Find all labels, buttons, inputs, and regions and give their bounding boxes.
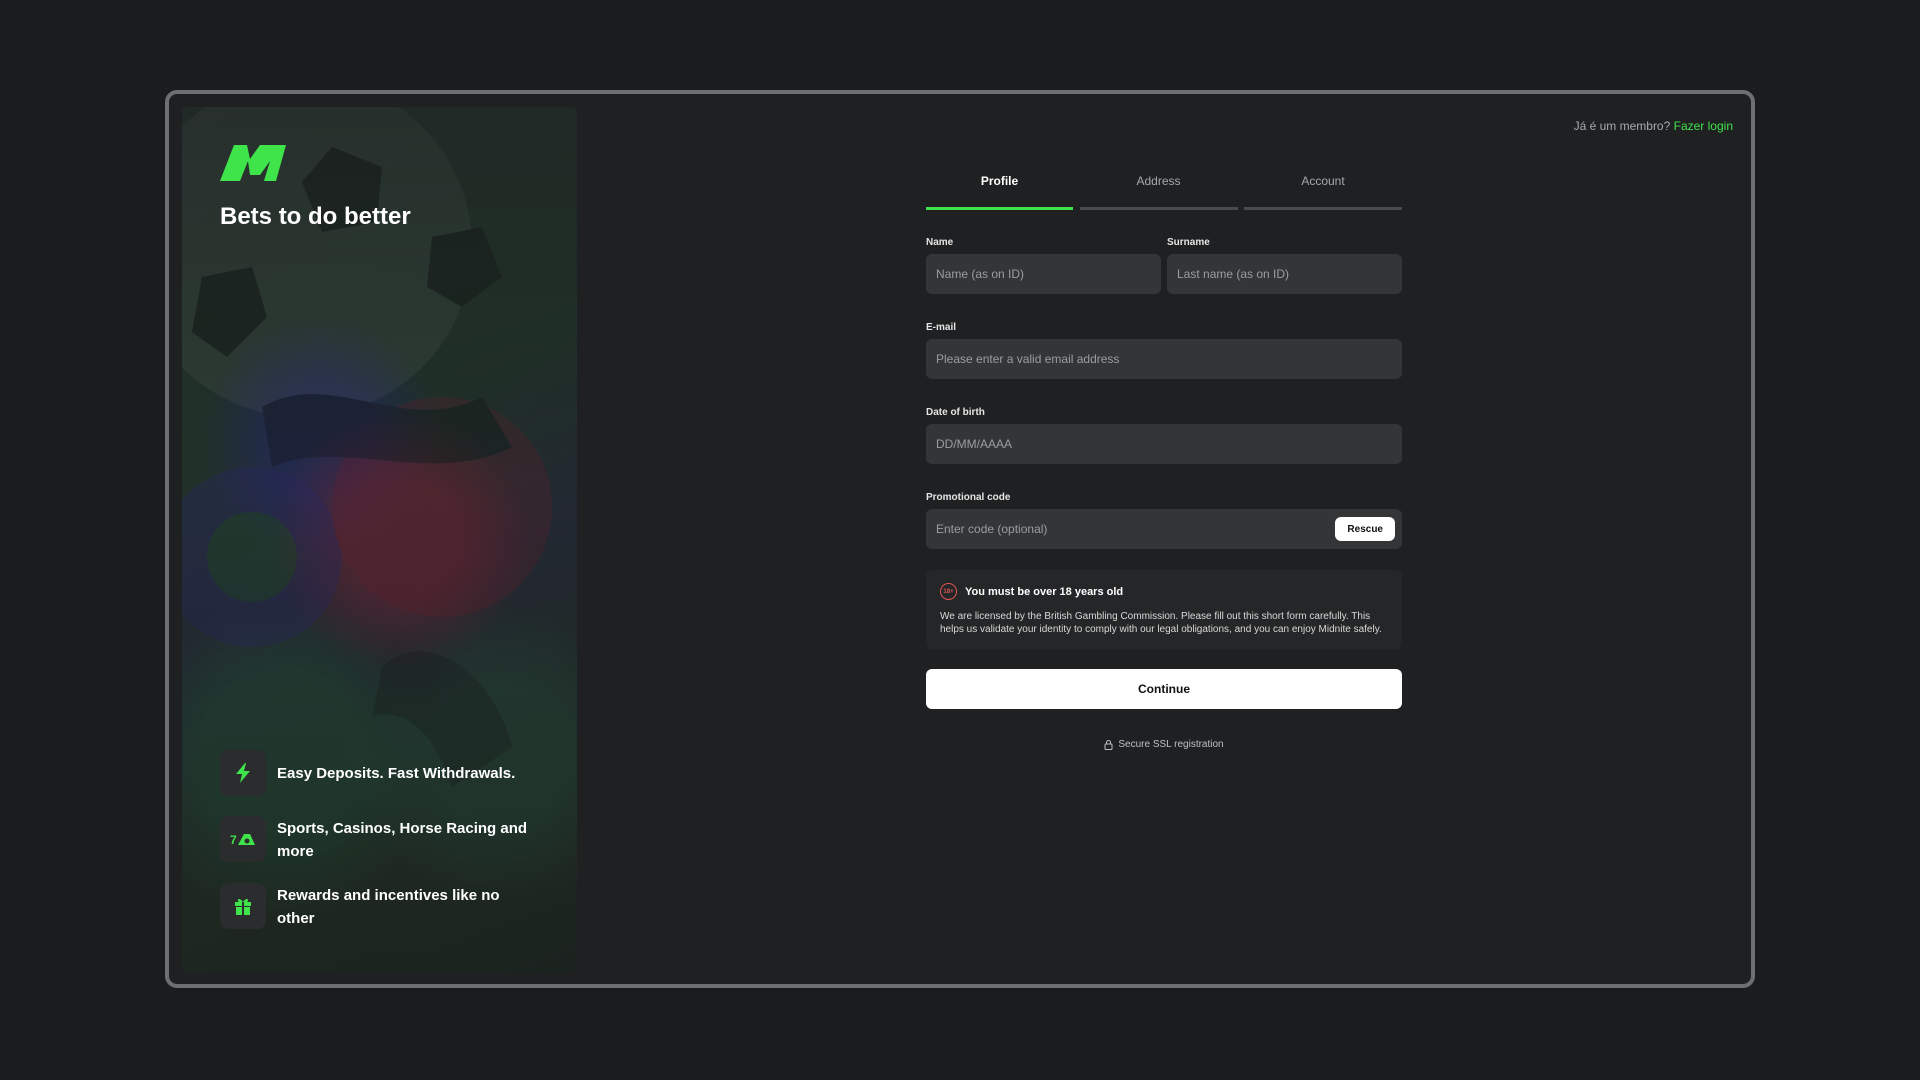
rescue-button[interactable]: Rescue [1335,517,1395,541]
dob-input[interactable] [926,424,1402,464]
feature-text: Rewards and incentives like no other [277,887,500,927]
registration-form: Profile Address Account Name Surname E-m… [926,174,1402,750]
feature-item: 7 Sports, Casinos, Horse Racing and more [220,816,560,863]
step-tabs: Profile Address Account [926,174,1402,210]
notice-body: We are licensed by the British Gambling … [940,611,1382,635]
promo-field-wrap: Rescue [926,509,1402,549]
surname-input[interactable] [1167,254,1402,294]
promo-group: Promotional code Rescue [926,492,1402,549]
dob-label: Date of birth [926,407,985,418]
brand-logo [220,145,286,181]
surname-label: Surname [1167,237,1210,248]
signup-window: Bets to do better Easy Deposits. Fast Wi… [165,90,1755,988]
age-18-icon: 18+ [940,583,957,600]
promo-label: Promotional code [926,492,1011,503]
tab-profile[interactable]: Profile [926,174,1073,210]
ssl-note: Secure SSL registration [926,739,1402,750]
feature-text: Sports, Casinos, Horse Racing and more [277,820,528,860]
promo-input[interactable] [926,509,1402,549]
notice-title: You must be over 18 years old [965,585,1124,598]
name-row: Name Surname [926,237,1402,294]
feature-item: Rewards and incentives like no other [220,883,560,930]
lightning-icon [220,750,266,796]
login-prompt-text: Já é um membro? [1573,119,1671,133]
login-prompt: Já é um membro? Fazer login [1574,119,1733,133]
ssl-text: Secure SSL registration [1118,739,1224,750]
email-group: E-mail [926,322,1402,379]
feature-item: Easy Deposits. Fast Withdrawals. [220,750,560,796]
name-label: Name [926,237,954,248]
login-link[interactable]: Fazer login [1674,119,1733,133]
sports-casino-icon: 7 [220,816,266,862]
feature-list: Easy Deposits. Fast Withdrawals. 7 Sport… [220,750,560,950]
feature-text: Easy Deposits. Fast Withdrawals. [277,765,516,782]
tab-address[interactable]: Address [1079,174,1238,210]
lock-icon [1104,739,1113,750]
name-input[interactable] [926,254,1161,294]
age-notice: 18+ You must be over 18 years old We are… [926,570,1402,649]
svg-text:7: 7 [230,833,237,847]
notice-header: 18+ You must be over 18 years old [940,583,1388,600]
tab-account[interactable]: Account [1244,174,1402,210]
hero-panel: Bets to do better Easy Deposits. Fast Wi… [182,107,577,973]
hero-tagline: Bets to do better [220,203,411,230]
continue-button[interactable]: Continue [926,669,1402,709]
surname-group: Surname [1167,237,1402,294]
email-input[interactable] [926,339,1402,379]
name-group: Name [926,237,1161,294]
email-label: E-mail [926,322,957,333]
gift-icon [220,883,266,929]
dob-group: Date of birth [926,407,1402,464]
